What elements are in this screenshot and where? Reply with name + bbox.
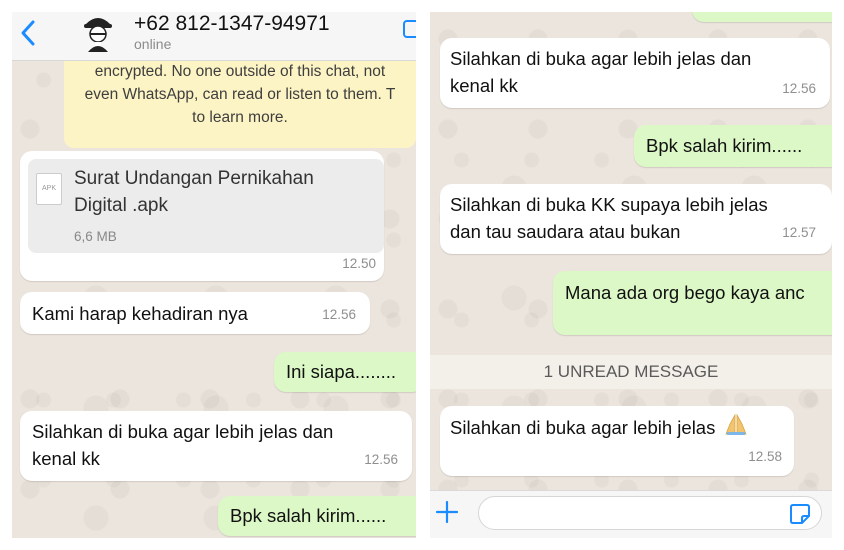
file-name-line: Digital .apk [74,195,168,216]
incoming-message[interactable]: Silahkan di buka KK supaya lebih jelas d… [440,184,832,254]
message-time: 12.57 [782,225,816,240]
message-text: Mana ada org bego kaya anc [565,282,805,303]
message-text-line: kenal kk [450,75,518,96]
encryption-notice[interactable]: encrypted. No one outside of this chat, … [64,60,416,148]
outgoing-message[interactable]: Ini siapa........ [274,352,416,392]
encryption-notice-line: to learn more. [192,109,288,126]
message-time: 12.58 [748,449,782,464]
message-text-line: Silahkan di buka agar lebih jelas dan [450,48,752,69]
message-text: Kami harap kehadiran nya [32,303,248,324]
message-text: Silahkan di buka agar lebih jelas [450,417,716,438]
message-text: Ini siapa........ [286,361,397,382]
right-chat-screen: Silahkan di buka agar lebih jelas dan ke… [430,12,832,538]
incoming-message[interactable]: Kami harap kehadiran nya 12.56 [20,292,370,334]
message-text-line: Silahkan di buka KK supaya lebih jelas [450,194,768,215]
outgoing-message-partial[interactable] [692,12,832,22]
incoming-message[interactable]: Silahkan di buka agar lebih jelas dan ke… [440,38,830,108]
outgoing-message[interactable]: Bpk salah kirim...... [634,125,832,167]
file-name-line: Surat Undangan Pernikahan [74,168,314,189]
video-call-icon[interactable] [402,18,416,40]
outgoing-message[interactable]: Mana ada org bego kaya anc [553,271,832,335]
back-chevron-icon[interactable] [18,18,38,48]
message-text-line: dan tau saudara atau bukan [450,221,681,242]
message-text: Bpk salah kirim...... [646,135,803,156]
document-preview[interactable]: APK Surat Undangan Pernikahan Digital .a… [28,159,384,253]
document-file-name: Surat Undangan Pernikahan Digital .apk [74,165,314,219]
message-time: 12.56 [322,307,356,322]
message-text: Bpk salah kirim...... [230,505,387,526]
unread-divider: 1 UNREAD MESSAGE [430,355,832,389]
incoming-message[interactable]: Silahkan di buka agar lebih jelas 12.58 [440,406,794,476]
incoming-message[interactable]: Silahkan di buka agar lebih jelas dan ke… [20,411,412,481]
message-input[interactable] [478,496,822,530]
message-input-bar [430,490,832,538]
document-file-size: 6,6 MB [74,229,117,244]
message-time: 12.56 [782,81,816,96]
apk-file-icon: APK [36,173,62,205]
message-time: 12.50 [342,256,376,271]
left-chat-screen: encrypted. No one outside of this chat, … [12,12,416,538]
sticker-icon[interactable] [789,503,811,525]
document-message[interactable]: APK Surat Undangan Pernikahan Digital .a… [20,151,384,281]
contact-status: online [134,36,172,52]
message-text-line: Silahkan di buka agar lebih jelas dan [32,421,334,442]
chat-header: +62 812-1347-94971 online [12,12,416,61]
encryption-notice-line: encrypted. No one outside of this chat, … [94,63,386,80]
message-time: 12.56 [364,452,398,467]
outgoing-message[interactable]: Bpk salah kirim...... [218,496,416,536]
contact-name[interactable]: +62 812-1347-94971 [134,12,330,36]
message-text-line: kenal kk [32,448,100,469]
plus-icon[interactable] [436,501,458,523]
folded-hands-emoji-icon [725,414,748,435]
avatar[interactable] [78,12,118,52]
encryption-notice-line: even WhatsApp, can read or listen to the… [84,86,396,103]
